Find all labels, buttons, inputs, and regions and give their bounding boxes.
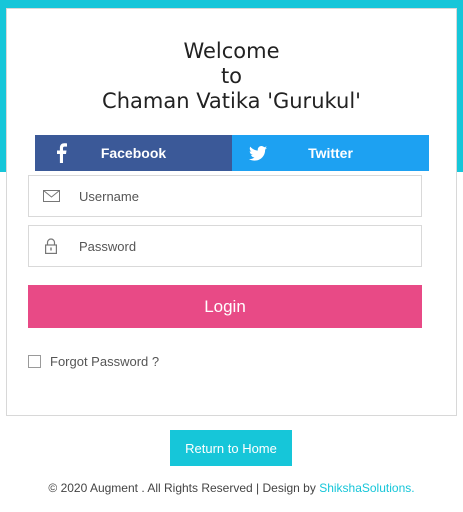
password-input[interactable] — [79, 238, 399, 254]
login-page: Welcome to Chaman Vatika 'Gurukul' Faceb… — [0, 0, 463, 512]
username-input[interactable] — [79, 188, 399, 204]
username-field — [28, 175, 422, 217]
welcome-title: Welcome to Chaman Vatika 'Gurukul' — [7, 39, 456, 114]
forgot-password[interactable]: Forgot Password ? — [28, 354, 159, 369]
social-login: Facebook Twitter — [35, 135, 429, 171]
welcome-line-2: to — [220, 64, 243, 88]
twitter-label: Twitter — [308, 145, 353, 161]
lock-icon — [29, 226, 73, 266]
facebook-label: Facebook — [100, 145, 167, 161]
facebook-button[interactable]: Facebook — [35, 135, 232, 171]
return-home-button[interactable]: Return to Home — [170, 430, 292, 466]
login-button[interactable]: Login — [28, 285, 422, 328]
twitter-icon — [248, 143, 268, 163]
twitter-button[interactable]: Twitter — [232, 135, 429, 171]
forgot-password-checkbox[interactable] — [28, 355, 41, 368]
footer: © 2020 Augment . All Rights Reserved | D… — [0, 481, 463, 495]
welcome-line-1: Welcome — [183, 39, 280, 63]
facebook-icon — [51, 143, 71, 163]
welcome-line-3: Chaman Vatika 'Gurukul' — [102, 89, 361, 113]
envelope-icon — [29, 176, 73, 216]
forgot-password-label: Forgot Password ? — [50, 354, 160, 369]
footer-text: © 2020 Augment . All Rights Reserved | D… — [48, 481, 320, 495]
password-field — [28, 225, 422, 267]
footer-designer-link[interactable]: ShikshaSolutions. — [319, 481, 414, 495]
